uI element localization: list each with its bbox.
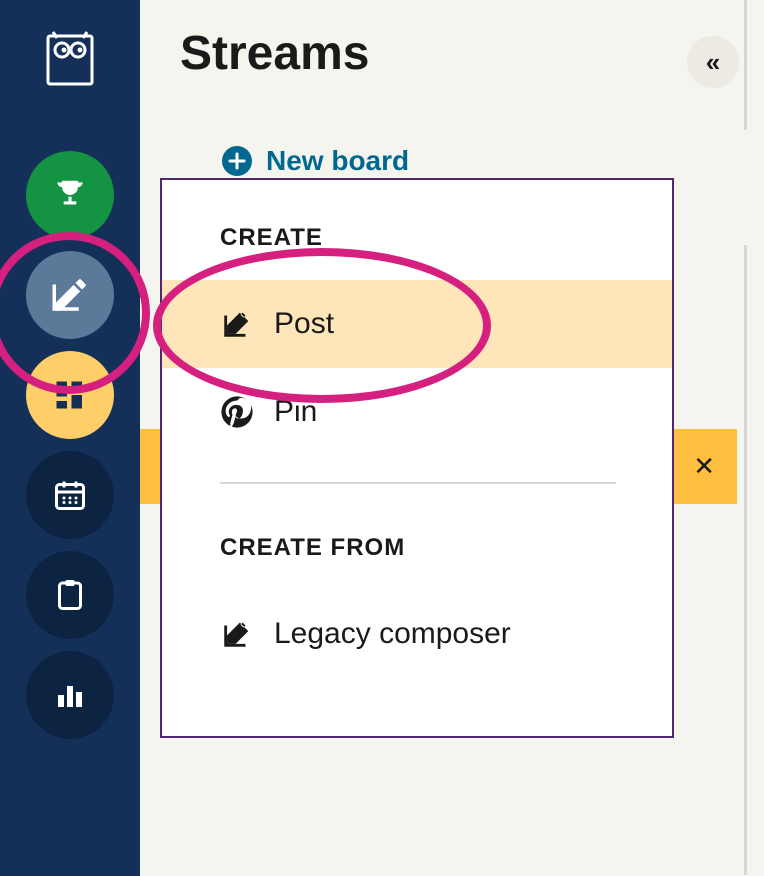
- bar-chart-icon: [52, 677, 88, 713]
- create-pin-item[interactable]: Pin: [162, 368, 672, 456]
- menu-item-label: Post: [274, 307, 334, 341]
- nav-compose[interactable]: [26, 251, 114, 339]
- create-section-label: CREATE: [162, 224, 672, 252]
- plus-icon: [222, 146, 252, 176]
- create-menu-popup: CREATE Post Pin CREATE FROM Legacy co: [160, 178, 674, 738]
- trophy-icon: [51, 176, 89, 214]
- nav-streams[interactable]: [26, 351, 114, 439]
- new-board-label: New board: [266, 145, 409, 177]
- menu-divider: [220, 482, 616, 484]
- separator: [744, 0, 747, 130]
- legacy-composer-item[interactable]: Legacy composer: [162, 590, 672, 678]
- app-logo: [42, 30, 98, 91]
- nav-achievements[interactable]: [26, 151, 114, 239]
- close-icon[interactable]: ✕: [693, 451, 715, 482]
- grid-icon: [52, 377, 88, 413]
- create-post-item[interactable]: Post: [162, 280, 672, 368]
- compose-icon: [49, 274, 91, 316]
- menu-item-label: Pin: [274, 395, 317, 429]
- new-board-button[interactable]: New board: [222, 145, 409, 177]
- menu-item-label: Legacy composer: [274, 617, 511, 651]
- page-title: Streams: [180, 26, 369, 81]
- nav-analytics[interactable]: [26, 651, 114, 739]
- create-from-section-label: CREATE FROM: [162, 534, 672, 562]
- separator: [744, 245, 747, 875]
- clipboard-icon: [52, 577, 88, 613]
- compose-icon: [220, 617, 254, 651]
- compose-icon: [220, 307, 254, 341]
- collapse-button[interactable]: «: [687, 36, 739, 88]
- sidebar-nav: [0, 0, 140, 876]
- collapse-icon: «: [706, 47, 720, 78]
- nav-planner[interactable]: [26, 451, 114, 539]
- pinterest-icon: [220, 395, 254, 429]
- nav-assignments[interactable]: [26, 551, 114, 639]
- calendar-icon: [52, 477, 88, 513]
